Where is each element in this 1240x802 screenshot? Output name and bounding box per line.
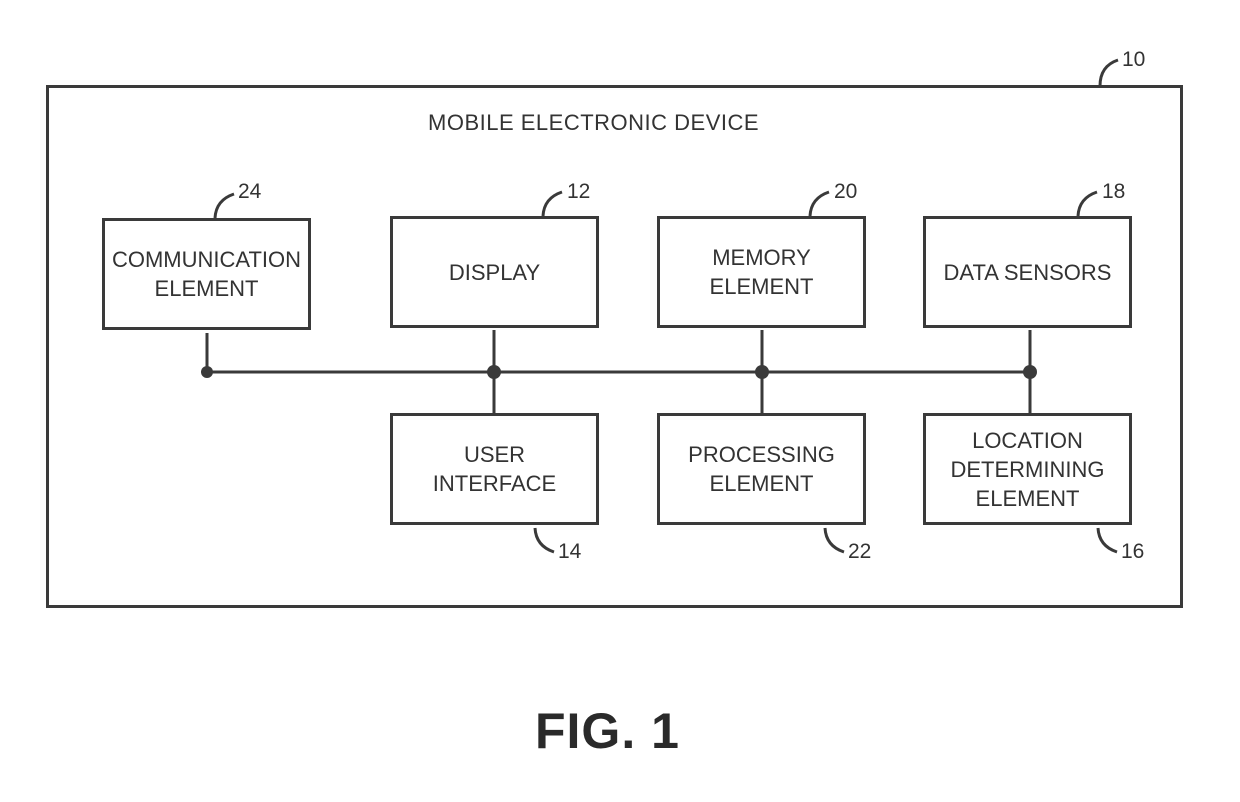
block-label: LOCATION DETERMINING ELEMENT	[950, 427, 1105, 511]
connection-wires	[201, 58, 1119, 554]
bus-node	[1023, 365, 1037, 379]
block-label: DISPLAY	[448, 259, 541, 285]
block-memory: MEMORY ELEMENT	[657, 216, 866, 328]
ref-label-22: 22	[848, 540, 872, 563]
block-data-sensors: DATA SENSORS	[923, 216, 1132, 328]
ref-label-14: 14	[558, 540, 582, 563]
leader-14	[533, 527, 555, 554]
block-display: DISPLAY	[390, 216, 599, 328]
block-label: MEMORY ELEMENT	[709, 245, 814, 299]
block-label: COMMUNICATION ELEMENT	[111, 247, 302, 301]
bus-node	[201, 366, 213, 378]
leader-10	[1098, 58, 1119, 87]
leader-12	[541, 190, 563, 217]
bus-node	[755, 365, 769, 379]
figure-caption: FIG. 1	[535, 703, 680, 759]
ref-label-12: 12	[567, 180, 591, 203]
leader-24	[213, 192, 235, 219]
leader-20	[808, 190, 830, 217]
block-label: PROCESSING ELEMENT	[688, 442, 835, 496]
ref-label-24: 24	[238, 180, 262, 203]
bus-node	[487, 365, 501, 379]
leader-18	[1076, 190, 1098, 217]
ref-label-18: 18	[1102, 180, 1126, 203]
block-label: DATA SENSORS	[943, 259, 1112, 285]
block-label: USER INTERFACE	[432, 442, 557, 496]
ref-label-16: 16	[1121, 540, 1145, 563]
block-processing: PROCESSING ELEMENT	[657, 413, 866, 525]
block-user-interface: USER INTERFACE	[390, 413, 599, 525]
leader-22	[823, 527, 845, 554]
block-communication: COMMUNICATION ELEMENT	[102, 218, 311, 330]
ref-label-20: 20	[834, 180, 858, 203]
leader-16	[1096, 527, 1118, 554]
block-location: LOCATION DETERMINING ELEMENT	[923, 413, 1132, 525]
